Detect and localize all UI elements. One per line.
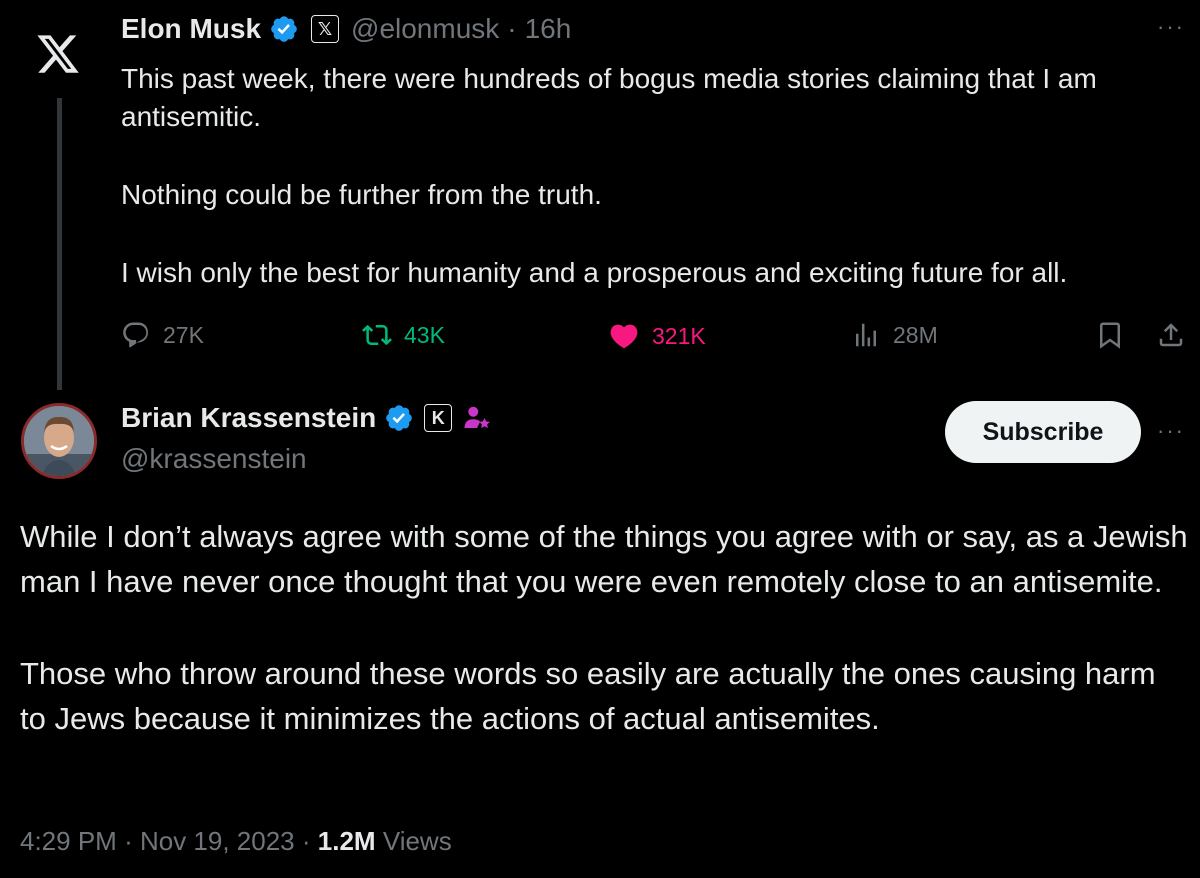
views-button[interactable]: 28M — [851, 320, 938, 350]
author-name[interactable]: Elon Musk — [121, 13, 261, 45]
original-tweet-header: Elon Musk 𝕏 @elonmusk · 16h — [121, 13, 571, 45]
reply-count: 27K — [163, 321, 204, 348]
bookmark-button[interactable] — [1095, 320, 1125, 350]
author-handle[interactable]: @elonmusk — [351, 13, 499, 45]
like-count: 321K — [652, 322, 706, 349]
header-separator: · — [507, 13, 517, 44]
x-logo-icon — [37, 35, 79, 73]
tweet-paragraph: While I don’t always agree with some of … — [20, 519, 1188, 599]
thread-line — [57, 98, 62, 390]
tweet-paragraph: Those who throw around these words so ea… — [20, 656, 1156, 736]
subscriber-star-icon — [464, 406, 491, 429]
tweet-paragraph: I wish only the best for humanity and a … — [121, 257, 1068, 288]
repost-count: 43K — [404, 321, 445, 348]
avatar-photo — [24, 406, 94, 476]
tweet-timestamp[interactable]: 16h — [525, 13, 572, 45]
like-icon — [610, 324, 638, 349]
views-icon — [856, 323, 876, 347]
view-count: 1.2M — [317, 826, 376, 856]
bookmark-icon — [1100, 322, 1120, 349]
tweet-paragraph: This past week, there were hundreds of b… — [121, 63, 1097, 132]
tweet-time[interactable]: 4:29 PM — [20, 826, 117, 856]
share-button[interactable] — [1156, 320, 1186, 350]
author-name[interactable]: Brian Krassenstein — [121, 402, 376, 434]
affiliate-badge: K — [424, 404, 453, 432]
tweet-metadata: 4:29 PM · Nov 19, 2023 · 1.2M Views — [20, 826, 452, 857]
krassenstein-avatar[interactable] — [21, 403, 97, 479]
views-label: Views — [382, 826, 452, 856]
reply-icon — [123, 322, 149, 348]
more-icon[interactable]: ··· — [1157, 14, 1185, 40]
elonmusk-avatar[interactable] — [22, 18, 94, 90]
reply-button[interactable]: 27K — [121, 320, 204, 350]
verified-icon — [271, 16, 297, 42]
affiliate-badge: 𝕏 — [311, 15, 340, 43]
original-tweet-text: This past week, there were hundreds of b… — [121, 60, 1181, 292]
repost-icon — [362, 324, 392, 346]
subscribe-button[interactable]: Subscribe — [945, 401, 1141, 463]
tweet-date[interactable]: Nov 19, 2023 — [140, 826, 295, 856]
more-icon[interactable]: ··· — [1157, 418, 1185, 444]
like-button[interactable]: 321K — [608, 320, 706, 352]
meta-separator: · — [301, 826, 311, 856]
reply-tweet-text: While I don’t always agree with some of … — [20, 514, 1190, 741]
reply-tweet-header: Brian Krassenstein K — [121, 402, 492, 434]
share-icon — [1159, 323, 1183, 347]
tweet-paragraph: Nothing could be further from the truth. — [121, 179, 602, 210]
views-count: 28M — [893, 321, 938, 348]
reply-author-handle[interactable]: @krassenstein — [121, 443, 307, 475]
verified-icon — [386, 405, 413, 431]
tweet-action-bar: 27K 43K 321K 28M — [121, 318, 1191, 358]
repost-button[interactable]: 43K — [362, 320, 445, 350]
meta-separator: · — [124, 826, 133, 856]
